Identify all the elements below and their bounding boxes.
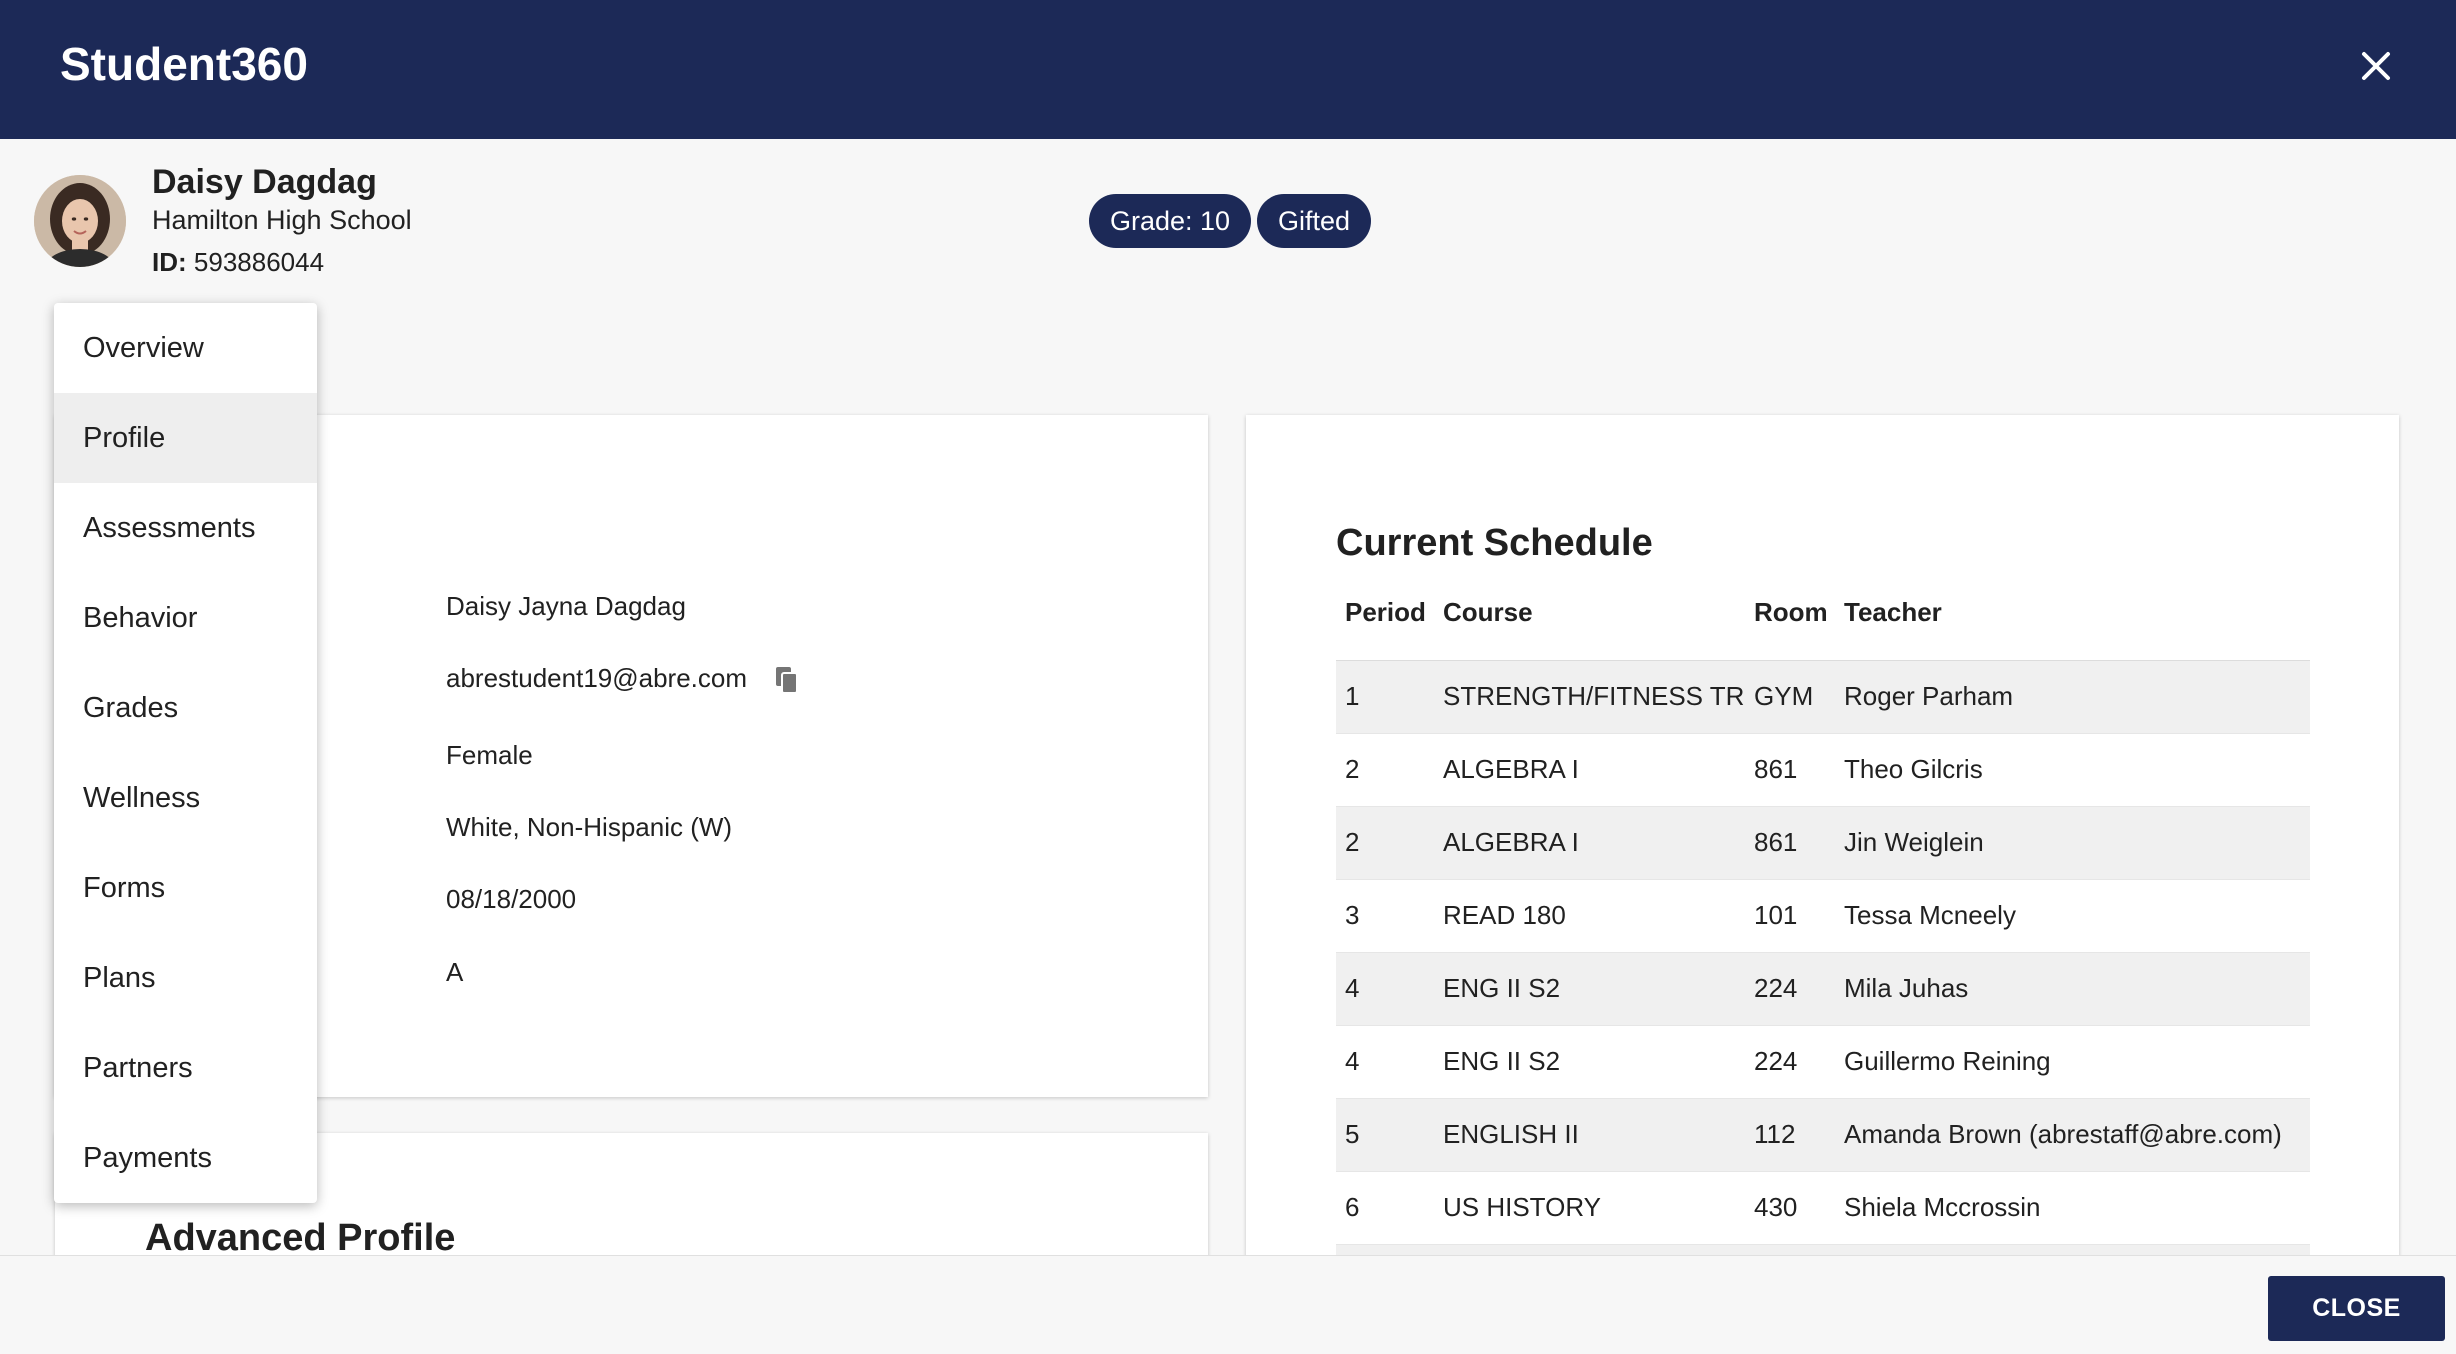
student-id-label: ID:: [152, 247, 187, 277]
cell-teacher: Theo Gilcris: [1835, 733, 2310, 807]
schedule-card: Current Schedule Period Course Room Teac…: [1246, 415, 2399, 1318]
cell-period: 4: [1336, 952, 1434, 1026]
cell-room: 224: [1745, 952, 1835, 1026]
table-row: 2 ALGEBRA I 861 Theo Gilcris: [1336, 733, 2310, 807]
menu-item-forms[interactable]: Forms: [54, 843, 317, 933]
profile-value-ethnicity: White, Non-Hispanic (W): [446, 812, 733, 842]
close-icon[interactable]: [2350, 40, 2402, 92]
cell-period: 1: [1336, 660, 1434, 734]
cell-room: 101: [1745, 879, 1835, 953]
menu-item-partners[interactable]: Partners: [54, 1023, 317, 1113]
schedule-header-row: Period Course Room Teacher: [1336, 565, 2310, 661]
column-header-period: Period: [1336, 565, 1434, 661]
cell-teacher: Guillermo Reining: [1835, 1025, 2310, 1099]
cell-room: 430: [1745, 1171, 1835, 1245]
table-row: 2 ALGEBRA I 861 Jin Weiglein: [1336, 806, 2310, 880]
cell-teacher: Jin Weiglein: [1835, 806, 2310, 880]
cell-course: READ 180: [1434, 879, 1745, 953]
cell-room: 224: [1745, 1025, 1835, 1099]
profile-value-email: abrestudent19@abre.com: [446, 663, 748, 693]
menu-item-assessments[interactable]: Assessments: [54, 483, 317, 573]
menu-item-wellness[interactable]: Wellness: [54, 753, 317, 843]
cell-period: 3: [1336, 879, 1434, 953]
school-name: Hamilton High School: [152, 205, 412, 235]
schedule-table: Period Course Room Teacher 1 STRENGTH/FI…: [1336, 565, 2310, 1318]
cell-course: ALGEBRA I: [1434, 733, 1745, 807]
close-button[interactable]: CLOSE: [2268, 1276, 2445, 1341]
column-header-teacher: Teacher: [1835, 565, 2310, 661]
table-row: 3 READ 180 101 Tessa Mcneely: [1336, 879, 2310, 953]
column-header-room: Room: [1745, 565, 1835, 661]
cell-room: 861: [1745, 806, 1835, 880]
student-id: ID: 593886044: [152, 245, 324, 279]
table-row: 6 US HISTORY 430 Shiela Mccrossin: [1336, 1171, 2310, 1245]
menu-item-payments[interactable]: Payments: [54, 1113, 317, 1203]
cell-period: 2: [1336, 733, 1434, 807]
cell-course: ENG II S2: [1434, 952, 1745, 1026]
app-header: Student360: [0, 0, 2456, 139]
table-row: 4 ENG II S2 224 Mila Juhas: [1336, 952, 2310, 1026]
cell-room: GYM: [1745, 660, 1835, 734]
schedule-title: Current Schedule: [1336, 522, 1653, 564]
cell-teacher: Amanda Brown (abrestaff@abre.com): [1835, 1098, 2310, 1172]
column-header-course: Course: [1434, 565, 1745, 661]
cell-period: 5: [1336, 1098, 1434, 1172]
menu-item-behavior[interactable]: Behavior: [54, 573, 317, 663]
cell-course: ENG II S2: [1434, 1025, 1745, 1099]
cell-teacher: Roger Parham: [1835, 660, 2310, 734]
cell-course: STRENGTH/FITNESS TR: [1434, 660, 1745, 734]
profile-value-email-row: abrestudent19@abre.com: [446, 661, 800, 695]
cell-teacher: Tessa Mcneely: [1835, 879, 2310, 953]
cell-period: 6: [1336, 1171, 1434, 1245]
cell-course: ENGLISH II: [1434, 1098, 1745, 1172]
profile-value-birthdate: 08/18/2000: [446, 884, 577, 914]
cell-teacher: Shiela Mccrossin: [1835, 1171, 2310, 1245]
student-id-value: 593886044: [193, 247, 325, 277]
profile-value-other: A: [446, 957, 464, 987]
profile-value-gender: Female: [446, 740, 533, 770]
gifted-badge: Gifted: [1257, 194, 1372, 248]
cell-period: 2: [1336, 806, 1434, 880]
table-row: 4 ENG II S2 224 Guillermo Reining: [1336, 1025, 2310, 1099]
grade-badge: Grade: 10: [1089, 194, 1252, 248]
menu-item-overview[interactable]: Overview: [54, 303, 317, 393]
avatar: [34, 175, 126, 267]
cell-room: 112: [1745, 1098, 1835, 1172]
profile-value-full-name: Daisy Jayna Dagdag: [446, 591, 686, 621]
menu-item-plans[interactable]: Plans: [54, 933, 317, 1023]
table-row: 5 ENGLISH II 112 Amanda Brown (abrestaff…: [1336, 1098, 2310, 1172]
dialog-footer: CLOSE: [0, 1255, 2456, 1354]
app-title: Student360: [60, 38, 308, 90]
cell-room: 861: [1745, 733, 1835, 807]
table-row: 1 STRENGTH/FITNESS TR GYM Roger Parham: [1336, 660, 2310, 734]
menu-item-grades[interactable]: Grades: [54, 663, 317, 753]
cell-teacher: Mila Juhas: [1835, 952, 2310, 1026]
section-nav-menu: Overview Profile Assessments Behavior Gr…: [54, 303, 317, 1203]
cell-course: US HISTORY: [1434, 1171, 1745, 1245]
cell-course: ALGEBRA I: [1434, 806, 1745, 880]
cell-period: 4: [1336, 1025, 1434, 1099]
student-name: Daisy Dagdag: [152, 163, 377, 201]
menu-item-profile[interactable]: Profile: [54, 393, 317, 483]
copy-icon[interactable]: [774, 665, 800, 695]
